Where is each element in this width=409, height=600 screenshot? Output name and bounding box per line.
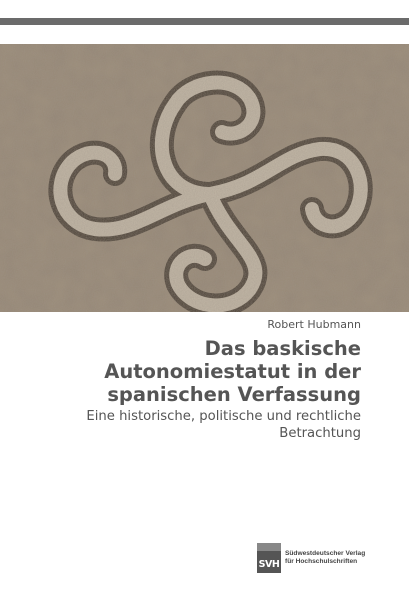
- publisher-name-line1: Südwestdeutscher Verlag: [285, 549, 366, 557]
- cover-photo-lauburu: [0, 44, 409, 312]
- top-decorative-bar: [0, 18, 409, 25]
- publisher-name: Südwestdeutscher Verlag für Hochschulsch…: [285, 550, 365, 567]
- publisher-name-line2: für Hochschulschriften: [285, 558, 358, 565]
- book-title: Das baskische Autonomiestatut in der spa…: [104, 337, 361, 406]
- publisher-block: SVH Südwestdeutscher Verlag für Hochschu…: [257, 543, 365, 573]
- publisher-logo: SVH: [257, 543, 281, 573]
- author-name: Robert Hubmann: [267, 318, 361, 331]
- publisher-logo-text: SVH: [258, 559, 280, 570]
- book-subtitle: Eine historische, politische und rechtli…: [86, 409, 361, 441]
